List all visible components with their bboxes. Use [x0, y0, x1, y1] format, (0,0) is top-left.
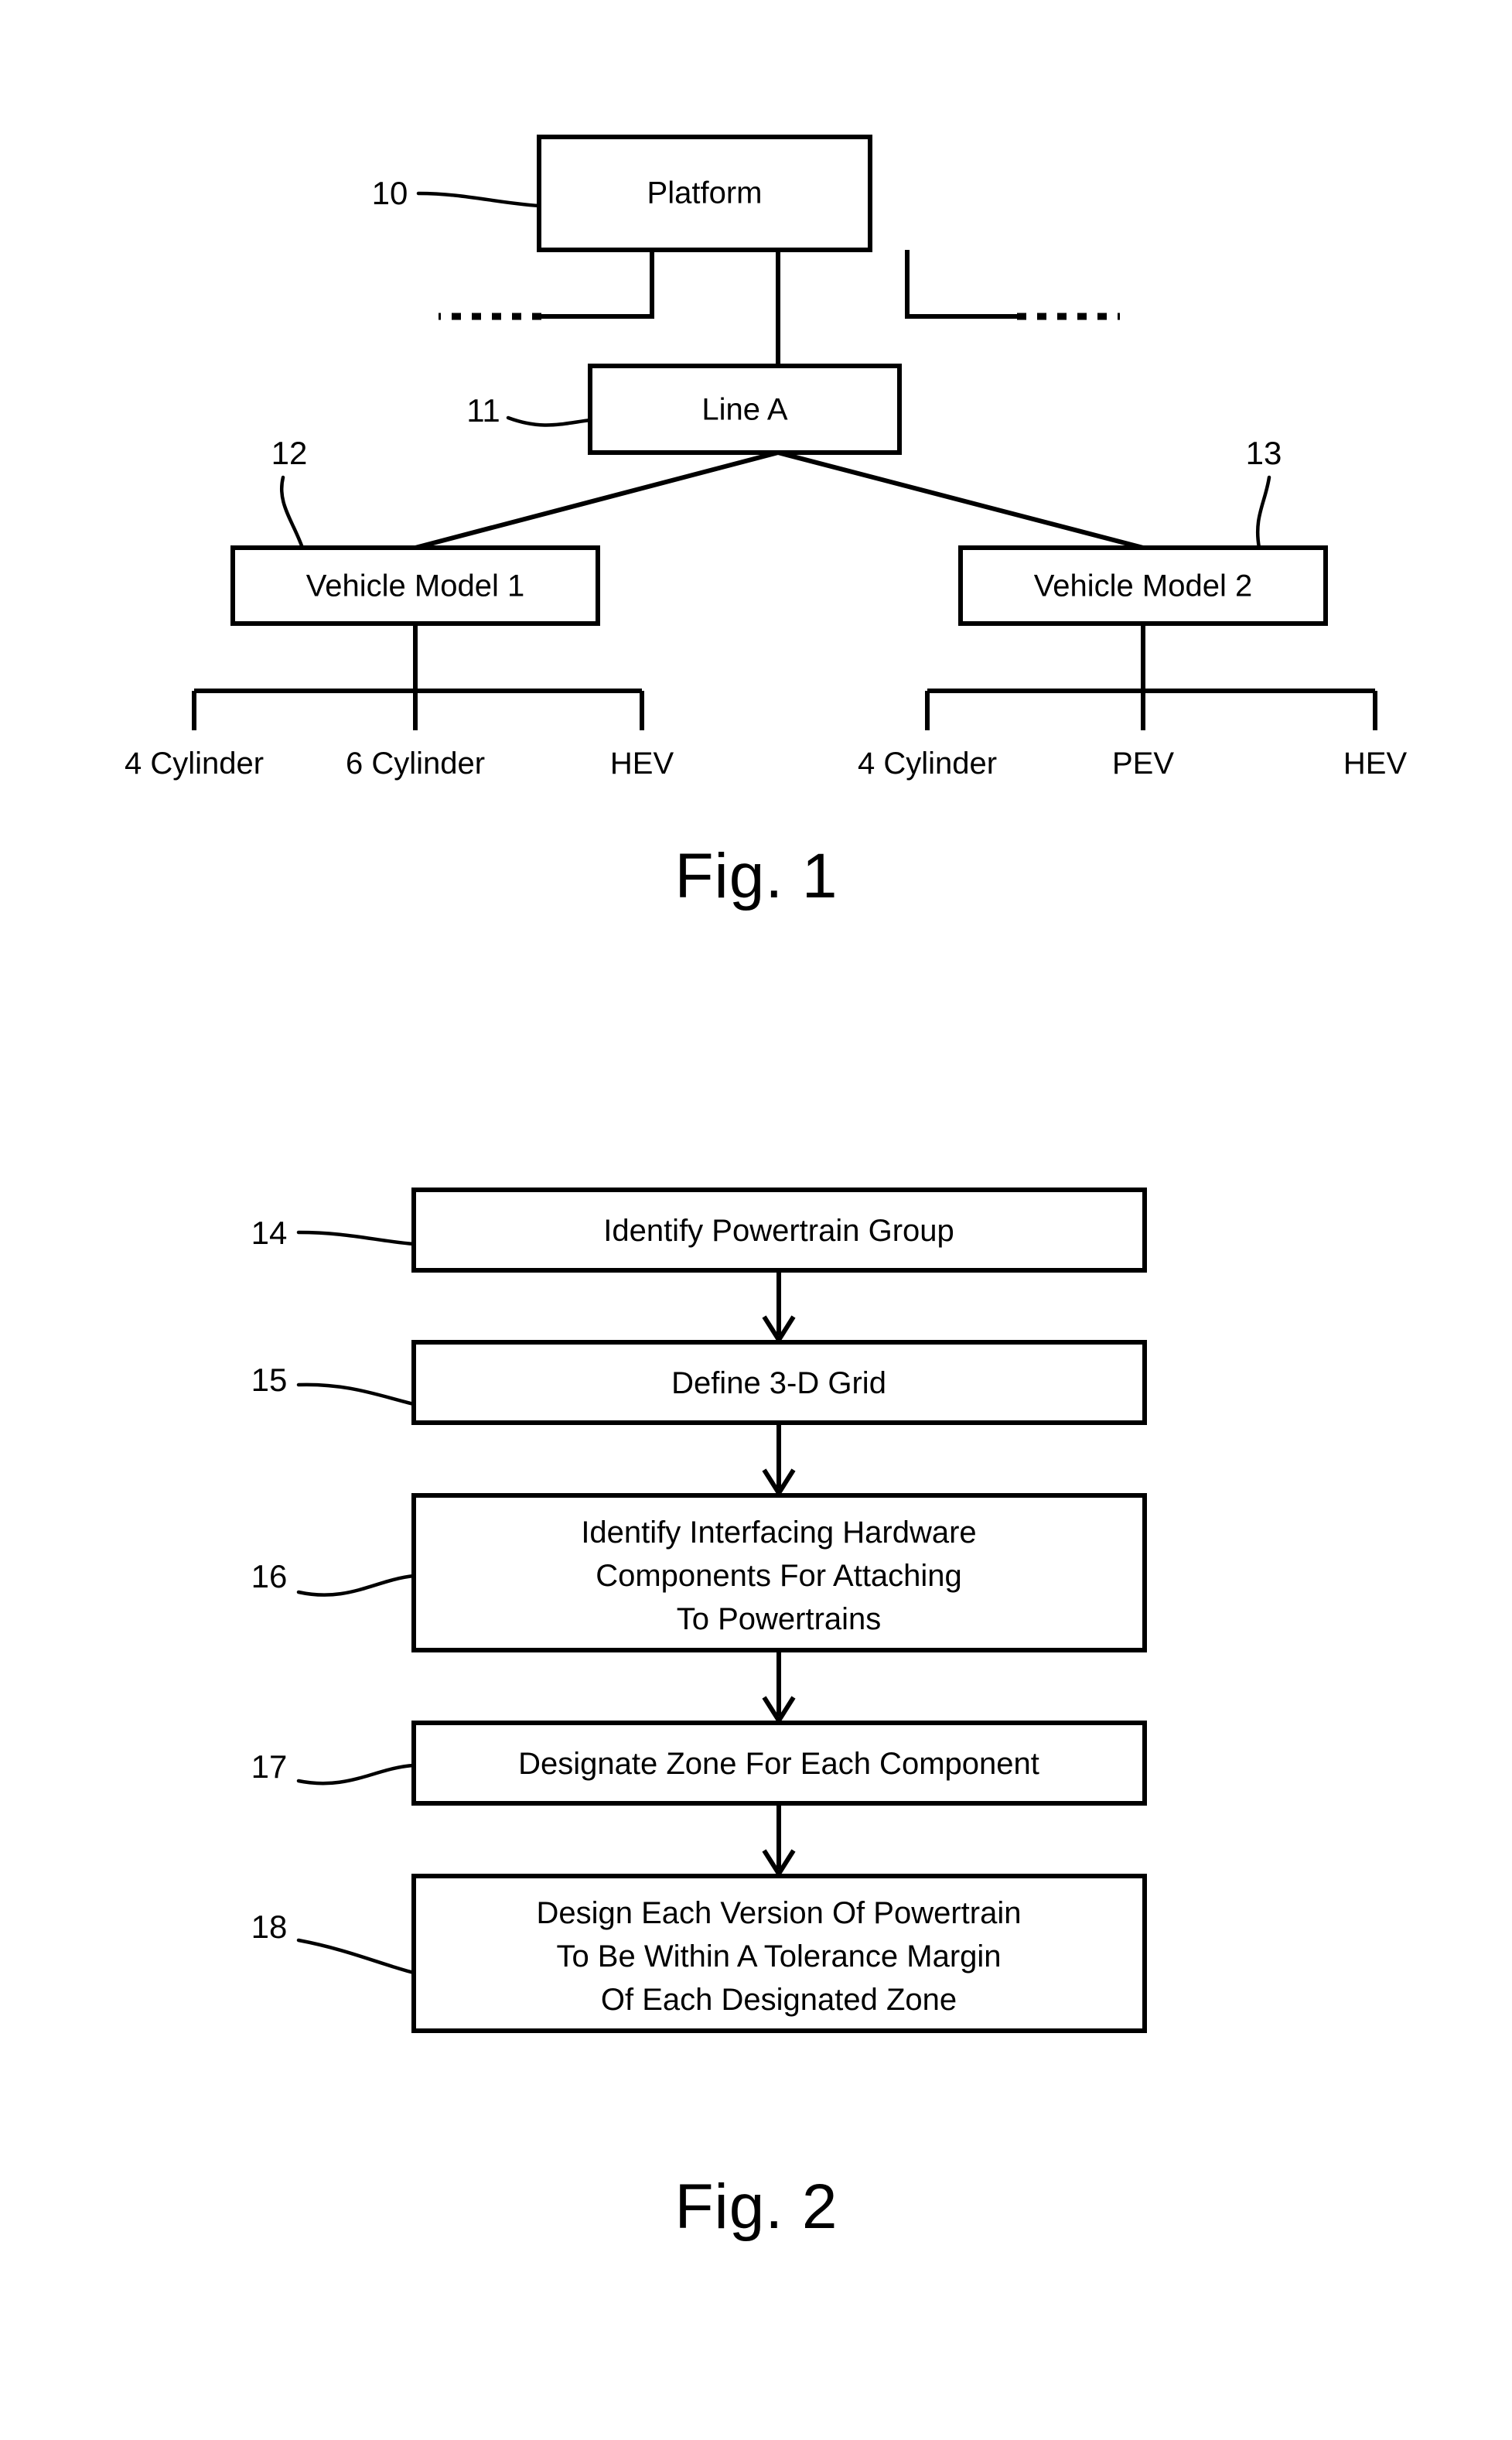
leader-line-12 [279, 475, 305, 550]
platform-branch-right [905, 250, 1017, 319]
leader-line-13 [1255, 475, 1271, 550]
patent-drawing-sheet: Platform 10 Line A 11 Vehicle Model 1 12 [0, 0, 1512, 2440]
step-16-line-0: Identify Interfacing Hardware [581, 1516, 976, 1550]
ref-number-11: 11 [466, 392, 500, 429]
step-18-line-1: To Be Within A Tolerance Margin [556, 1939, 1001, 1974]
line-a-to-model-2 [777, 450, 1144, 550]
model-2-variant-2: HEV [1343, 747, 1408, 781]
step-15-line-0: Define 3-D Grid [671, 1366, 886, 1400]
model-2-variant-1: PEV [1112, 747, 1174, 781]
ref-number-18: 18 [251, 1909, 288, 1945]
leader-line-10 [416, 191, 541, 208]
ref-number-15: 15 [251, 1362, 288, 1398]
line-a-to-model-1 [415, 450, 779, 550]
platform-label: Platform [647, 176, 763, 210]
figure-2: Identify Powertrain Group 14 Define 3-D … [251, 1188, 1147, 2242]
step-16-line-2: To Powertrains [677, 1602, 882, 1636]
leader-line-11 [506, 415, 592, 427]
leader-line-17 [296, 1763, 416, 1786]
ref-number-17: 17 [251, 1748, 288, 1785]
line-a-label: Line A [701, 393, 788, 427]
figure-1-caption: Fig. 1 [674, 841, 838, 911]
figure-2-caption: Fig. 2 [674, 2172, 838, 2242]
ref-number-14: 14 [251, 1215, 288, 1251]
step-18-line-0: Design Each Version Of Powertrain [537, 1896, 1022, 1930]
vehicle-model-2-label: Vehicle Model 2 [1034, 569, 1252, 603]
model-1-variant-2: HEV [610, 747, 674, 781]
ref-number-16: 16 [251, 1558, 288, 1594]
model-1-variant-0: 4 Cylinder [125, 747, 264, 781]
ref-number-12: 12 [271, 435, 308, 471]
model-1-variant-1: 6 Cylinder [346, 747, 485, 781]
ref-number-13: 13 [1246, 435, 1282, 471]
step-16-line-1: Components For Attaching [596, 1559, 962, 1593]
leader-line-15 [296, 1382, 416, 1406]
figure-1: Platform 10 Line A 11 Vehicle Model 1 12 [125, 135, 1408, 911]
model-2-variant-0: 4 Cylinder [858, 747, 997, 781]
step-18-line-2: Of Each Designated Zone [601, 1983, 957, 2017]
leader-line-14 [296, 1230, 416, 1246]
leader-line-16 [296, 1574, 416, 1597]
vehicle-model-1-label: Vehicle Model 1 [306, 569, 524, 603]
step-14-line-0: Identify Powertrain Group [603, 1214, 954, 1248]
leader-line-18 [296, 1938, 416, 1975]
ref-number-10: 10 [372, 175, 408, 211]
platform-branch-left [541, 250, 654, 319]
step-17-line-0: Designate Zone For Each Component [518, 1747, 1039, 1781]
